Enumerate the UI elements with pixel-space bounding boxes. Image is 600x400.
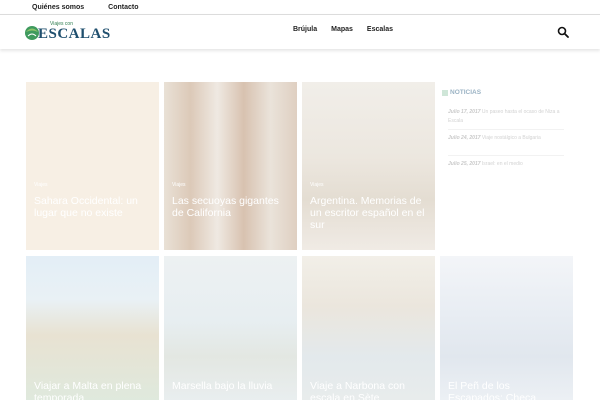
- news-item[interactable]: Julio 17, 2017 Un paseo hasta el ocaso d…: [448, 108, 568, 126]
- post-title[interactable]: Marsella bajo la lluvia: [172, 380, 291, 392]
- news-widget: NOTICIAS Julio 17, 2017 Un paseo hasta e…: [440, 82, 571, 250]
- post-card[interactable]: Viaje a Narbona con escala en Sète: [302, 256, 435, 400]
- nav-item-escalas[interactable]: Escalas: [367, 26, 393, 33]
- post-title[interactable]: Viajar a Malta en plena temporada: [34, 380, 153, 400]
- nav-item-brujula[interactable]: Brújula: [293, 26, 317, 33]
- divider: [448, 155, 564, 156]
- widget-title: NOTICIAS: [450, 89, 482, 96]
- news-date: Julio 25, 2017: [448, 161, 481, 167]
- news-item[interactable]: Julio 25, 2017 Israel: en el medio: [448, 160, 568, 169]
- about-link[interactable]: Quiénes somos: [32, 4, 84, 11]
- main-nav: Brújula Mapas Escalas: [293, 26, 393, 33]
- news-date: Julio 17, 2017: [448, 109, 481, 115]
- divider: [448, 129, 564, 130]
- contact-link[interactable]: Contacto: [108, 4, 138, 11]
- post-title[interactable]: Las secuoyas gigantes de California: [172, 195, 291, 219]
- post-title[interactable]: Sahara Occidental: un lugar que no exist…: [34, 195, 153, 219]
- site-header: Viajes con ESCALAS Brújula Mapas Escalas: [0, 14, 600, 49]
- post-category: Viajes: [310, 182, 324, 188]
- news-text[interactable]: Viaje nostálgico a Bulgaria: [482, 135, 541, 141]
- news-item[interactable]: Julio 24, 2017 Viaje nostálgico a Bulgar…: [448, 134, 568, 143]
- post-card[interactable]: Marsella bajo la lluvia: [164, 256, 297, 400]
- post-category: Viajes: [172, 182, 186, 188]
- search-icon[interactable]: [557, 26, 569, 38]
- news-date: Julio 24, 2017: [448, 135, 481, 141]
- nav-item-mapas[interactable]: Mapas: [331, 26, 353, 33]
- post-card[interactable]: El Peñ de los Escapados: Checa: [440, 256, 573, 400]
- post-title[interactable]: Viaje a Narbona con escala en Sète: [310, 380, 429, 400]
- brand-name: ESCALAS: [38, 26, 111, 42]
- news-text[interactable]: Israel: en el medio: [482, 161, 523, 167]
- top-utility-bar: Quiénes somos Contacto: [0, 0, 600, 14]
- post-card[interactable]: Viajes Sahara Occidental: un lugar que n…: [26, 82, 159, 250]
- post-title[interactable]: El Peñ de los Escapados: Checa: [448, 380, 567, 400]
- post-card[interactable]: Viajar a Malta en plena temporada: [26, 256, 159, 400]
- post-title[interactable]: Argentina. Memorias de un escritor españ…: [310, 195, 429, 231]
- post-card[interactable]: Viajes Las secuoyas gigantes de Californ…: [164, 82, 297, 250]
- site-logo[interactable]: Viajes con ESCALAS: [24, 20, 110, 46]
- widget-bullet: [442, 90, 448, 96]
- post-card[interactable]: Viajes Argentina. Memorias de un escrito…: [302, 82, 435, 250]
- post-category: Viajes: [34, 182, 48, 188]
